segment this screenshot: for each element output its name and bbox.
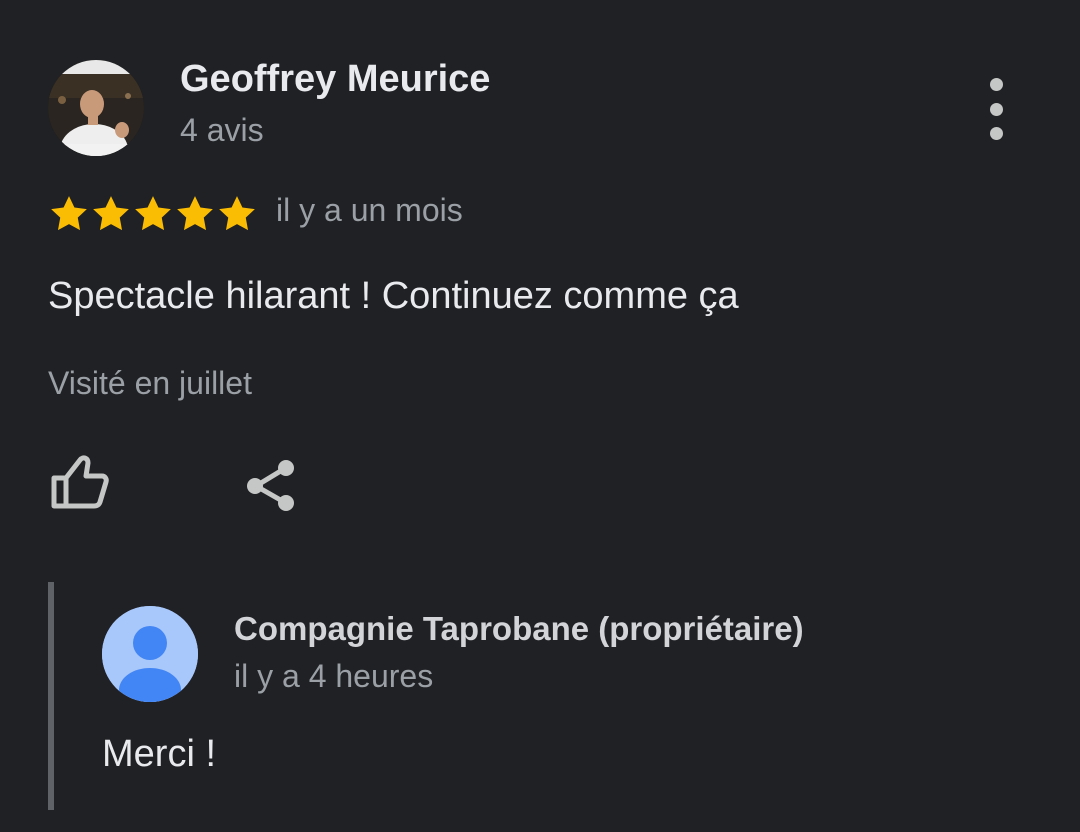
star-icon bbox=[177, 196, 213, 231]
owner-reply-time: il y a 4 heures bbox=[234, 658, 434, 694]
share-icon bbox=[247, 460, 294, 511]
star-rating bbox=[48, 193, 258, 235]
like-button[interactable] bbox=[46, 452, 112, 514]
more-vert-icon bbox=[989, 78, 1003, 91]
more-options-button[interactable] bbox=[976, 78, 1016, 140]
star-icon bbox=[93, 196, 129, 231]
person-icon bbox=[102, 606, 198, 702]
owner-avatar bbox=[102, 606, 198, 702]
owner-reply-text: Merci ! bbox=[102, 733, 216, 775]
reply-divider bbox=[48, 582, 54, 810]
star-icon bbox=[135, 196, 171, 231]
owner-name: Compagnie Taprobane (propriétaire) bbox=[234, 610, 804, 647]
star-icon bbox=[219, 196, 255, 231]
review-text: Spectacle hilarant ! Continuez comme ça bbox=[48, 275, 739, 317]
star-icon bbox=[51, 196, 87, 231]
reviewer-review-count: 4 avis bbox=[180, 112, 264, 148]
thumb-up-icon bbox=[51, 455, 109, 509]
reviewer-name[interactable]: Geoffrey Meurice bbox=[180, 58, 490, 101]
reviewer-avatar[interactable] bbox=[48, 60, 144, 156]
review-time: il y a un mois bbox=[276, 192, 463, 228]
visited-date: Visité en juillet bbox=[48, 365, 252, 401]
share-button[interactable] bbox=[240, 454, 302, 516]
